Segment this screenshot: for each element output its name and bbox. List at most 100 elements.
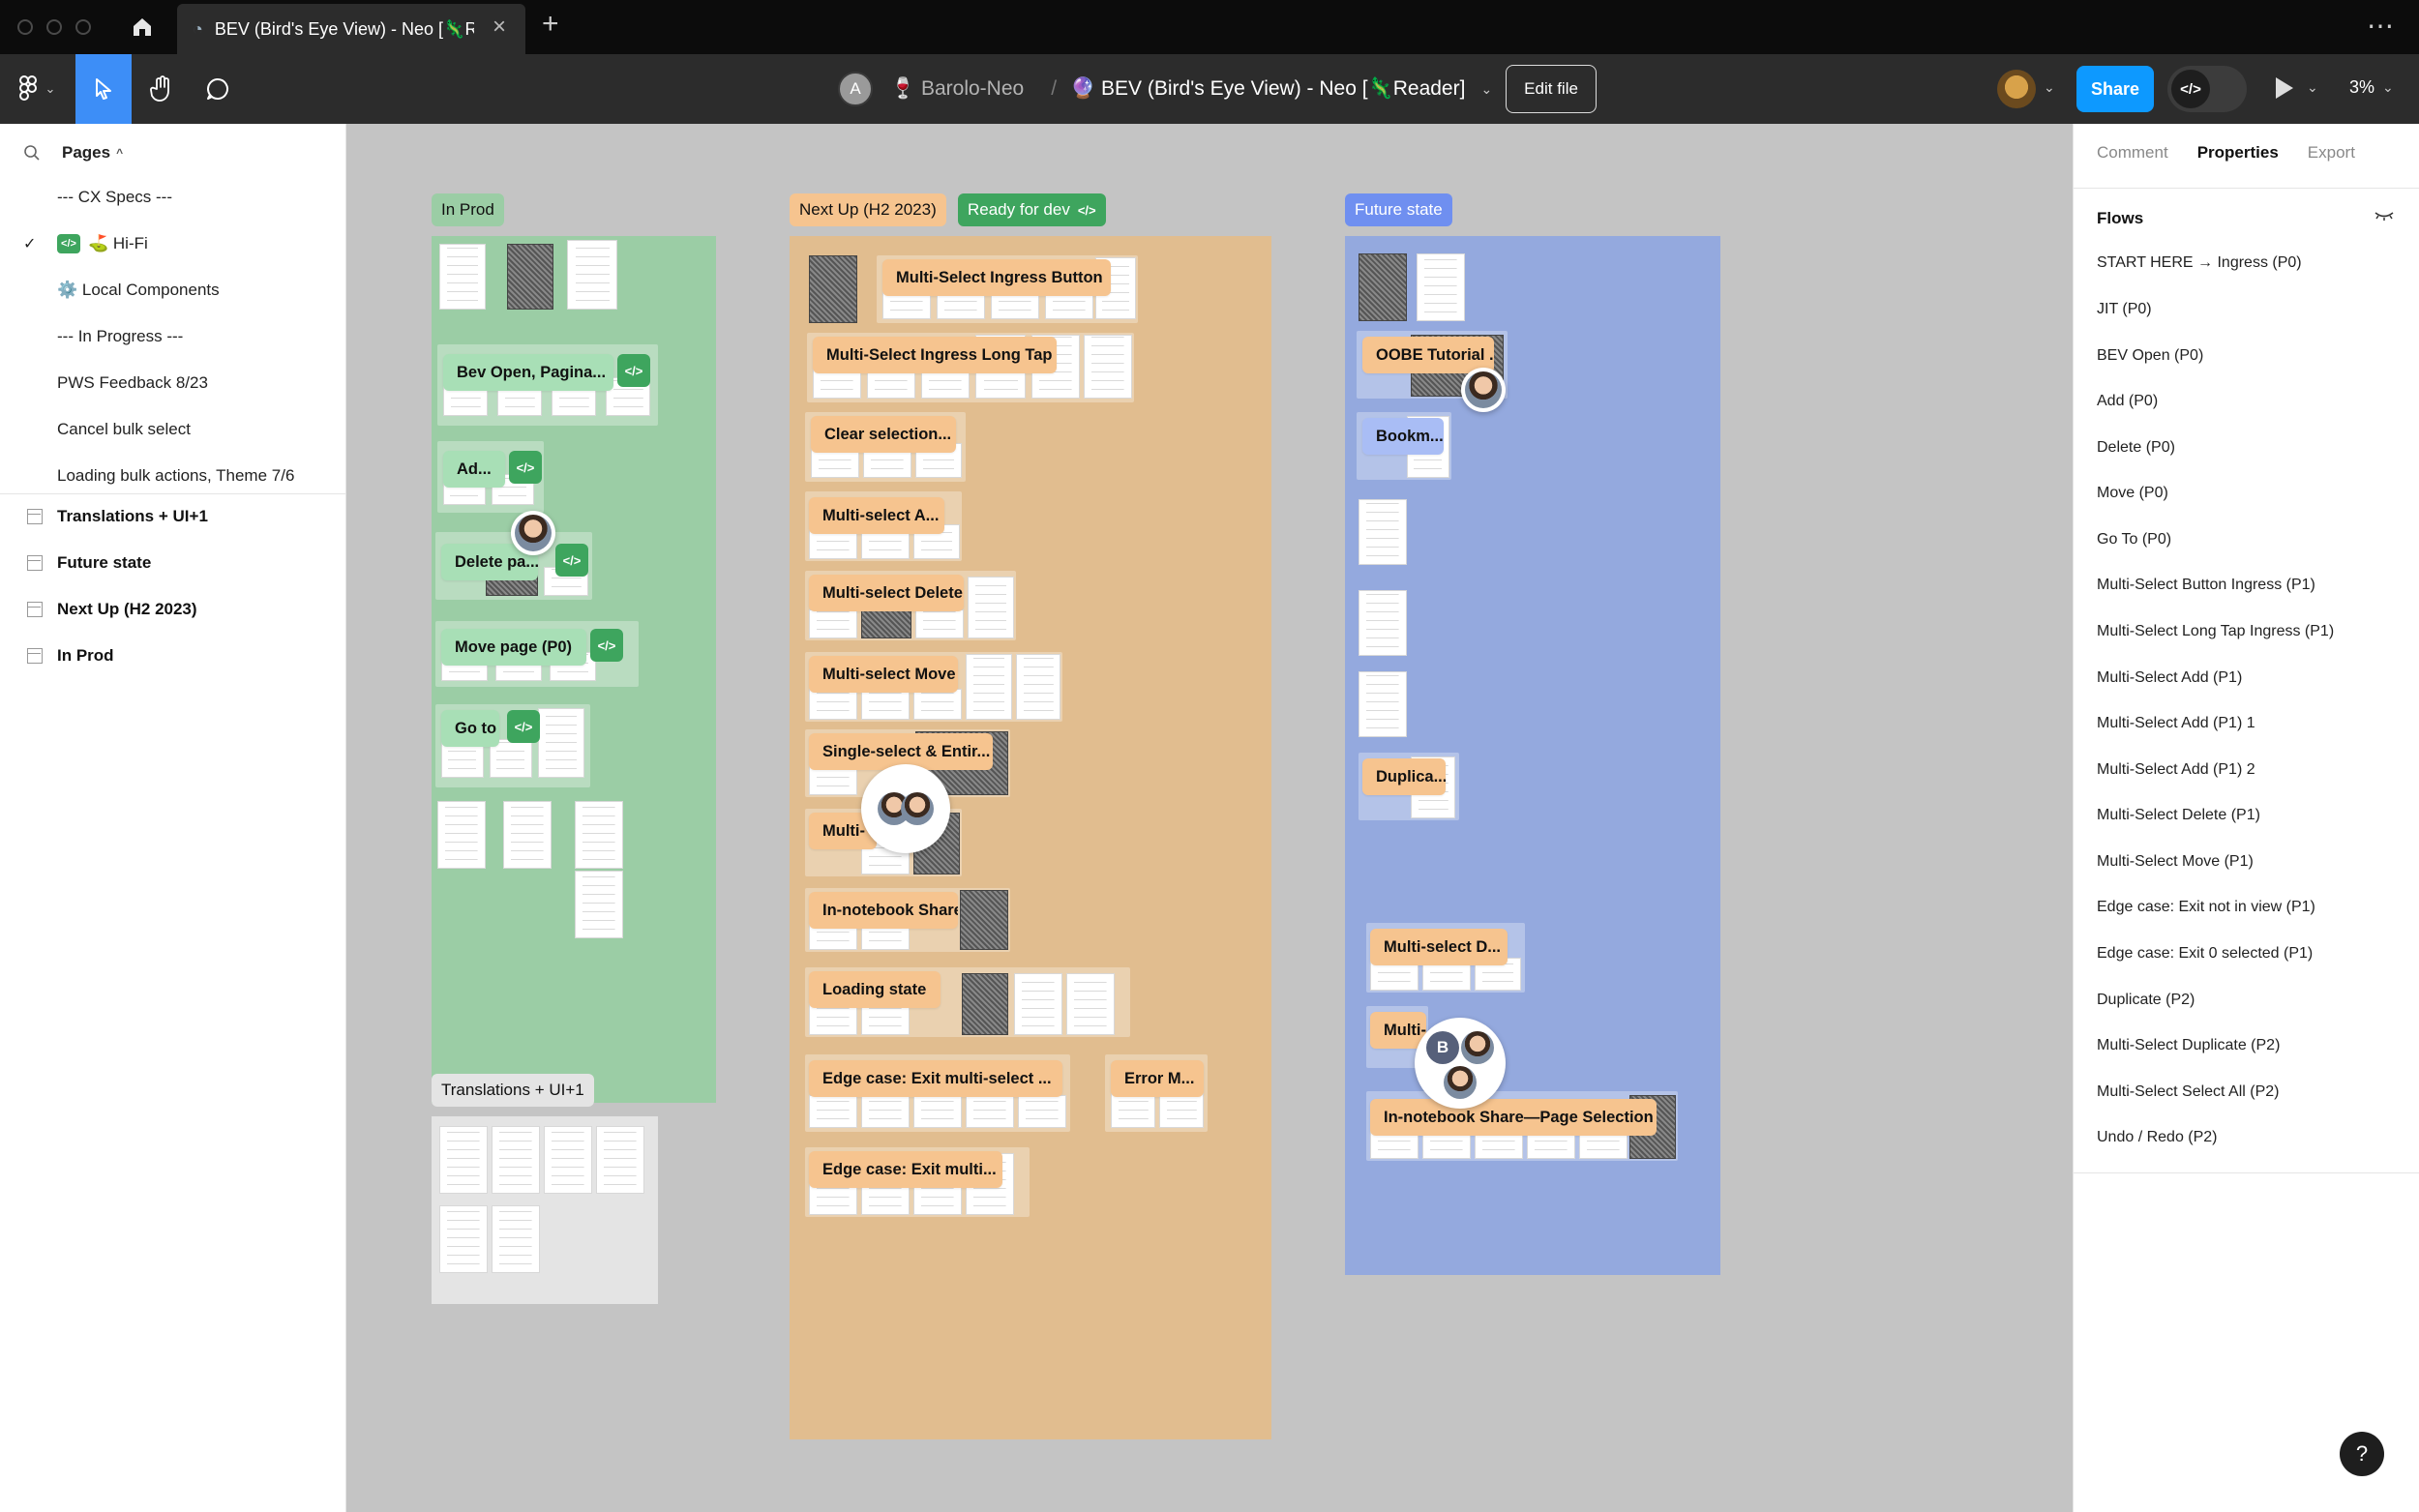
flow-item[interactable]: JIT (P0) — [2097, 290, 2406, 329]
screen-thumbnail[interactable] — [596, 1126, 644, 1194]
screen-thumbnail[interactable] — [1066, 973, 1115, 1035]
screen-thumbnail[interactable] — [861, 689, 910, 720]
flow-tag[interactable]: Multi-select A... — [809, 497, 944, 534]
flow-tag[interactable]: Multi-select Delete — [809, 575, 964, 611]
screen-thumbnail[interactable] — [966, 654, 1012, 720]
present-chevron-icon[interactable]: ⌄ — [2307, 79, 2318, 96]
flow-item[interactable]: Add (P0) — [2097, 382, 2406, 421]
screen-thumbnail[interactable] — [913, 1184, 962, 1215]
code-badge-icon[interactable]: </> — [509, 451, 542, 484]
flow-item[interactable]: START HERE → Ingress (P0) — [2097, 244, 2406, 282]
collaborator-cursor-avatar[interactable] — [861, 764, 950, 853]
flow-tag[interactable]: Edge case: Exit multi... — [809, 1151, 1002, 1188]
screen-thumbnail[interactable] — [544, 1126, 592, 1194]
screen-thumbnail[interactable] — [1359, 499, 1407, 565]
layer-frame[interactable]: Translations + UI+1 — [0, 495, 346, 538]
screen-thumbnail[interactable] — [913, 1095, 962, 1128]
home-button[interactable] — [122, 0, 163, 54]
code-badge-icon[interactable]: </> — [507, 710, 540, 743]
screen-thumbnail[interactable] — [1084, 335, 1132, 399]
page-item[interactable]: Cancel bulk select — [0, 408, 346, 451]
pages-header[interactable]: Pages ^ — [23, 143, 123, 163]
flow-tag[interactable]: Duplica... — [1362, 758, 1446, 795]
flow-tag[interactable]: Multi-Select Ingress Long Tap — [813, 337, 1057, 373]
window-minimize-control[interactable] — [46, 19, 62, 35]
file-name[interactable]: 🔮 BEV (Bird's Eye View) - Neo [🦎Reader] — [1070, 77, 1465, 101]
flow-tag[interactable]: Go to — [441, 710, 499, 747]
flow-item[interactable]: Multi-Select Add (P1) 2 — [2097, 751, 2406, 789]
screen-thumbnail[interactable] — [1111, 1093, 1155, 1128]
more-options-icon[interactable]: ⋯ — [2367, 10, 2396, 42]
tab-export[interactable]: Export — [2308, 143, 2355, 163]
flow-item[interactable]: Multi-Select Select All (P2) — [2097, 1073, 2406, 1112]
section-label-translations[interactable]: Translations + UI+1 — [432, 1074, 594, 1107]
screen-thumbnail[interactable] — [861, 609, 911, 638]
ready-for-dev-badge[interactable]: Ready for dev </> — [958, 193, 1106, 226]
flow-item[interactable]: Move (P0) — [2097, 474, 2406, 513]
screen-thumbnail[interactable] — [567, 240, 617, 310]
team-name-link[interactable]: 🍷 Barolo-Neo — [890, 77, 1024, 101]
screen-thumbnail[interactable] — [492, 1205, 540, 1273]
screen-thumbnail[interactable] — [1359, 671, 1407, 737]
flow-item[interactable]: Multi-Select Duplicate (P2) — [2097, 1026, 2406, 1065]
flow-tag[interactable]: Bev Open, Pagina... — [443, 354, 613, 391]
section-label-next-up[interactable]: Next Up (H2 2023) — [790, 193, 946, 226]
section-next-up[interactable]: Multi-Select Ingress Button Multi-Select… — [790, 236, 1271, 1439]
screen-thumbnail[interactable] — [1159, 1093, 1204, 1128]
screen-thumbnail[interactable] — [439, 244, 486, 310]
flow-item[interactable]: Delete (P0) — [2097, 429, 2406, 467]
screen-thumbnail[interactable] — [809, 1095, 857, 1128]
flow-tag[interactable]: Multi-Select Ingress Button — [882, 259, 1111, 296]
flow-tag[interactable]: Bookm... — [1362, 418, 1444, 455]
flow-item[interactable]: Go To (P0) — [2097, 520, 2406, 559]
screen-thumbnail[interactable] — [960, 890, 1008, 950]
tab-properties[interactable]: Properties — [2197, 143, 2279, 163]
main-menu-button[interactable]: ⌄ — [0, 54, 74, 124]
flow-tag[interactable]: Multi-select D... — [1370, 929, 1508, 965]
hand-tool-button[interactable] — [135, 54, 188, 124]
tab-comment[interactable]: Comment — [2097, 143, 2168, 163]
flow-item[interactable]: Undo / Redo (P2) — [2097, 1118, 2406, 1157]
user-avatar[interactable]: A — [838, 72, 873, 106]
screen-thumbnail[interactable] — [439, 1126, 488, 1194]
screen-thumbnail[interactable] — [1359, 253, 1407, 321]
screen-thumbnail[interactable] — [1359, 590, 1407, 656]
section-future-state[interactable]: OOBE Tutorial ... Bookm... Duplica... Mu… — [1345, 236, 1720, 1275]
document-tab[interactable]: ◔ BEV (Bird's Eye View) - Neo [🦎Rea × — [177, 4, 525, 54]
code-badge-icon[interactable]: </> — [617, 354, 650, 387]
flow-item[interactable]: Multi-Select Add (P1) — [2097, 659, 2406, 697]
search-icon[interactable] — [23, 144, 41, 162]
screen-thumbnail[interactable] — [575, 871, 623, 938]
screen-thumbnail[interactable] — [913, 689, 962, 720]
flow-tag[interactable]: Clear selection... — [811, 416, 956, 453]
flow-tag[interactable]: Ad... — [443, 451, 505, 488]
section-in-prod[interactable]: Bev Open, Pagina... </> Ad... </> Delete… — [432, 236, 716, 1103]
section-translations[interactable] — [432, 1116, 658, 1304]
flow-item[interactable]: Multi-Select Long Tap Ingress (P1) — [2097, 612, 2406, 651]
screen-thumbnail[interactable] — [575, 801, 623, 869]
file-menu-chevron-icon[interactable]: ⌄ — [1480, 81, 1492, 98]
edit-file-button[interactable]: Edit file — [1506, 65, 1597, 113]
share-button[interactable]: Share — [2076, 66, 2154, 112]
flow-tag[interactable]: Edge case: Exit multi-select ... — [809, 1060, 1062, 1097]
zoom-level[interactable]: 3% — [2349, 77, 2374, 98]
section-label-in-prod[interactable]: In Prod — [432, 193, 504, 226]
collaborators-chevron-icon[interactable]: ⌄ — [2044, 79, 2055, 96]
screen-thumbnail[interactable] — [809, 609, 857, 638]
flow-tag[interactable]: OOBE Tutorial ... — [1362, 337, 1494, 373]
flow-tag[interactable]: Multi-select Move — [809, 656, 958, 693]
flow-tag[interactable]: Loading state — [809, 971, 941, 1008]
flow-item[interactable]: Edge case: Exit not in view (P1) — [2097, 888, 2406, 927]
move-tool-button[interactable] — [75, 54, 132, 124]
screen-thumbnail[interactable] — [538, 708, 584, 778]
section-label-future-state[interactable]: Future state — [1345, 193, 1452, 226]
page-item[interactable]: --- CX Specs --- — [0, 176, 346, 219]
flow-tag[interactable]: In-notebook Share — [809, 892, 958, 929]
screen-thumbnail[interactable] — [1018, 1095, 1066, 1128]
screen-thumbnail[interactable] — [437, 801, 486, 869]
page-item[interactable]: ⚙️ Local Components — [0, 269, 346, 311]
screen-thumbnail[interactable] — [962, 973, 1008, 1035]
window-zoom-control[interactable] — [75, 19, 91, 35]
window-close-control[interactable] — [17, 19, 33, 35]
screen-thumbnail[interactable] — [809, 766, 857, 795]
